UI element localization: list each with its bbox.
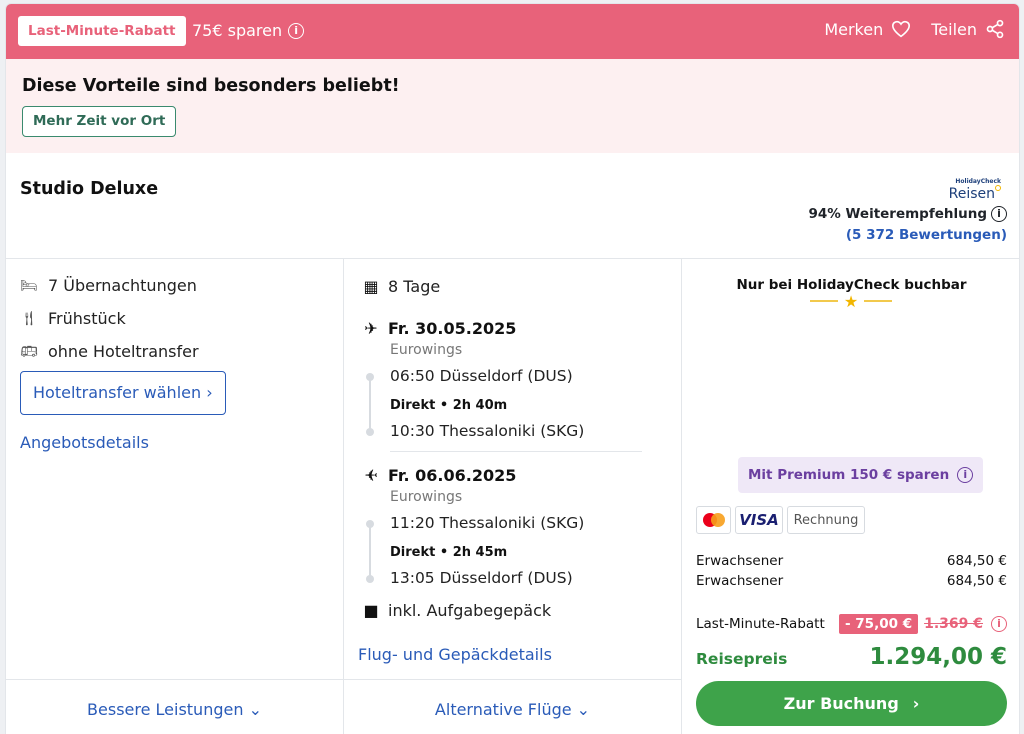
logo-dot-icon bbox=[995, 185, 1001, 191]
discount-label: Last-Minute-Rabatt bbox=[696, 616, 825, 632]
wishlist-label: Merken bbox=[824, 19, 884, 39]
total-price-row: Reisepreis 1.294,00 € bbox=[696, 644, 1007, 670]
star-icon: ★ bbox=[843, 291, 859, 311]
offer-details-link[interactable]: Angebotsdetails bbox=[20, 433, 149, 452]
bed-icon: 🛏︎ bbox=[20, 277, 38, 294]
last-minute-badge: Last-Minute-Rabatt bbox=[18, 16, 186, 46]
premium-savings-badge[interactable]: Mit Premium 150 € sparen i bbox=[738, 457, 984, 493]
exclusive-decoration: ★ bbox=[808, 291, 894, 311]
decoration-line bbox=[809, 300, 838, 302]
traveler-label: Erwachsener bbox=[696, 553, 784, 569]
timeline-dot bbox=[366, 428, 374, 436]
flight-details-link[interactable]: Flug- und Gepäckdetails bbox=[358, 645, 552, 664]
calendar-icon: ▦ bbox=[363, 277, 379, 296]
mastercard-logo bbox=[696, 506, 731, 534]
savings-text: 75€ sparen bbox=[192, 21, 283, 40]
plane-departure-icon: ✈ bbox=[364, 319, 378, 338]
luggage-icon: ■ bbox=[363, 601, 379, 620]
recommendation-rate: 94% Weiterempfehlung i bbox=[808, 206, 1007, 222]
savings-info[interactable]: 75€ sparen i bbox=[192, 21, 305, 40]
book-button-label: Zur Buchung bbox=[783, 694, 899, 713]
trip-duration: ▦ 8 Tage bbox=[362, 277, 440, 296]
benefit-chip[interactable]: Mehr Zeit vor Ort bbox=[22, 106, 177, 137]
outbound-direct: Direkt • 2h 40m bbox=[390, 398, 508, 413]
return-airline: Eurowings bbox=[390, 489, 463, 505]
traveler-label: Erwachsener bbox=[696, 573, 784, 589]
traveler-price-row: Erwachsener 684,50 € bbox=[696, 573, 1007, 589]
transfer-feature: 🚌︎ ohne Hoteltransfer bbox=[20, 342, 199, 361]
offer-card: Last-Minute-Rabatt 75€ sparen i Merken T… bbox=[5, 3, 1020, 734]
wishlist-button[interactable]: Merken bbox=[824, 20, 911, 39]
nights-feature: 🛏︎ 7 Übernachtungen bbox=[20, 276, 197, 295]
share-label: Teilen bbox=[931, 19, 977, 39]
services-column: 🛏︎ 7 Übernachtungen 🍴︎ Frühstück 🚌︎ ohne… bbox=[6, 259, 344, 734]
outbound-arrival: 10:30 Thessaloniki (SKG) bbox=[390, 422, 585, 440]
logo-small-text: HolidayCheck bbox=[955, 178, 1001, 185]
traveler-price: 684,50 € bbox=[946, 573, 1007, 589]
nights-text: 7 Übernachtungen bbox=[48, 276, 197, 295]
baggage-text: inkl. Aufgabegepäck bbox=[388, 601, 552, 620]
room-header: Studio Deluxe HolidayCheck Reisen 94% We… bbox=[6, 153, 1019, 259]
flight-divider bbox=[390, 451, 642, 452]
book-button[interactable]: Zur Buchung › bbox=[696, 681, 1007, 726]
return-timeline bbox=[369, 523, 371, 579]
return-departure: 11:20 Thessaloniki (SKG) bbox=[390, 514, 585, 532]
discount-badge: - 75,00 € bbox=[838, 614, 919, 634]
visa-logo: VISA bbox=[735, 506, 783, 534]
board-feature: 🍴︎ Frühstück bbox=[20, 309, 126, 328]
info-icon[interactable]: i bbox=[991, 206, 1007, 222]
return-direct: Direkt • 2h 45m bbox=[390, 545, 508, 560]
baggage-info: ■ inkl. Aufgabegepäck bbox=[362, 601, 551, 620]
info-icon[interactable]: i bbox=[957, 467, 974, 483]
invoice-payment-badge: Rechnung bbox=[787, 506, 865, 534]
return-arrival: 13:05 Düsseldorf (DUS) bbox=[390, 569, 573, 587]
recommendation-text: 94% Weiterempfehlung bbox=[808, 206, 987, 222]
outbound-date: ✈ Fr. 30.05.2025 bbox=[362, 319, 516, 338]
outbound-date-text: Fr. 30.05.2025 bbox=[388, 319, 517, 338]
timeline-dot bbox=[366, 373, 374, 381]
holidaycheck-logo: HolidayCheck Reisen bbox=[949, 179, 1001, 201]
decoration-line bbox=[864, 300, 893, 302]
alternative-flights-toggle[interactable]: Alternative Flüge ⌄ bbox=[344, 679, 681, 734]
chevron-right-icon: › bbox=[912, 694, 920, 713]
transfer-text: ohne Hoteltransfer bbox=[48, 342, 199, 361]
timeline-dot bbox=[366, 520, 374, 528]
return-date-text: Fr. 06.06.2025 bbox=[388, 466, 517, 485]
heart-icon bbox=[892, 20, 911, 38]
plane-return-icon: ✈ bbox=[364, 466, 378, 485]
cutlery-icon: 🍴︎ bbox=[20, 310, 38, 327]
outbound-timeline bbox=[369, 376, 371, 432]
logo-brand-text: Reisen bbox=[948, 186, 995, 202]
premium-text: Mit Premium 150 € sparen bbox=[748, 467, 950, 483]
reviews-link[interactable]: (5 372 Bewertungen) bbox=[846, 227, 1007, 243]
discount-row: Last-Minute-Rabatt - 75,00 € 1.369 € i bbox=[696, 614, 1007, 634]
info-icon[interactable]: i bbox=[288, 22, 305, 39]
outbound-departure: 06:50 Düsseldorf (DUS) bbox=[390, 367, 573, 385]
duration-text: 8 Tage bbox=[388, 277, 441, 296]
traveler-price: 684,50 € bbox=[946, 553, 1007, 569]
timeline-dot bbox=[366, 575, 374, 583]
flights-column: ▦ 8 Tage ✈ Fr. 30.05.2025 Eurowings 06:5… bbox=[344, 259, 682, 734]
benefits-title: Diese Vorteile sind besonders beliebt! bbox=[22, 76, 400, 96]
total-price: 1.294,00 € bbox=[869, 644, 1007, 670]
top-actions: Merken Teilen bbox=[812, 19, 1005, 39]
room-name: Studio Deluxe bbox=[20, 179, 159, 199]
traveler-price-row: Erwachsener 684,50 € bbox=[696, 553, 1007, 569]
board-text: Frühstück bbox=[48, 309, 126, 328]
pricing-column: Nur bei HolidayCheck buchbar ★ Mit Premi… bbox=[682, 259, 1019, 734]
share-icon bbox=[986, 19, 1004, 39]
choose-transfer-button[interactable]: Hoteltransfer wählen › bbox=[20, 371, 226, 415]
return-date: ✈ Fr. 06.06.2025 bbox=[362, 466, 516, 485]
info-icon[interactable]: i bbox=[991, 616, 1007, 632]
better-services-toggle[interactable]: Bessere Leistungen ⌄ bbox=[6, 679, 343, 734]
share-button[interactable]: Teilen bbox=[931, 19, 1005, 39]
total-label: Reisepreis bbox=[696, 650, 788, 668]
old-price: 1.369 € bbox=[924, 616, 983, 632]
benefits-section: Diese Vorteile sind besonders beliebt! M… bbox=[6, 59, 1019, 153]
bus-icon: 🚌︎ bbox=[20, 343, 38, 360]
promo-bar: Last-Minute-Rabatt 75€ sparen i Merken T… bbox=[6, 4, 1019, 59]
outbound-airline: Eurowings bbox=[390, 342, 463, 358]
